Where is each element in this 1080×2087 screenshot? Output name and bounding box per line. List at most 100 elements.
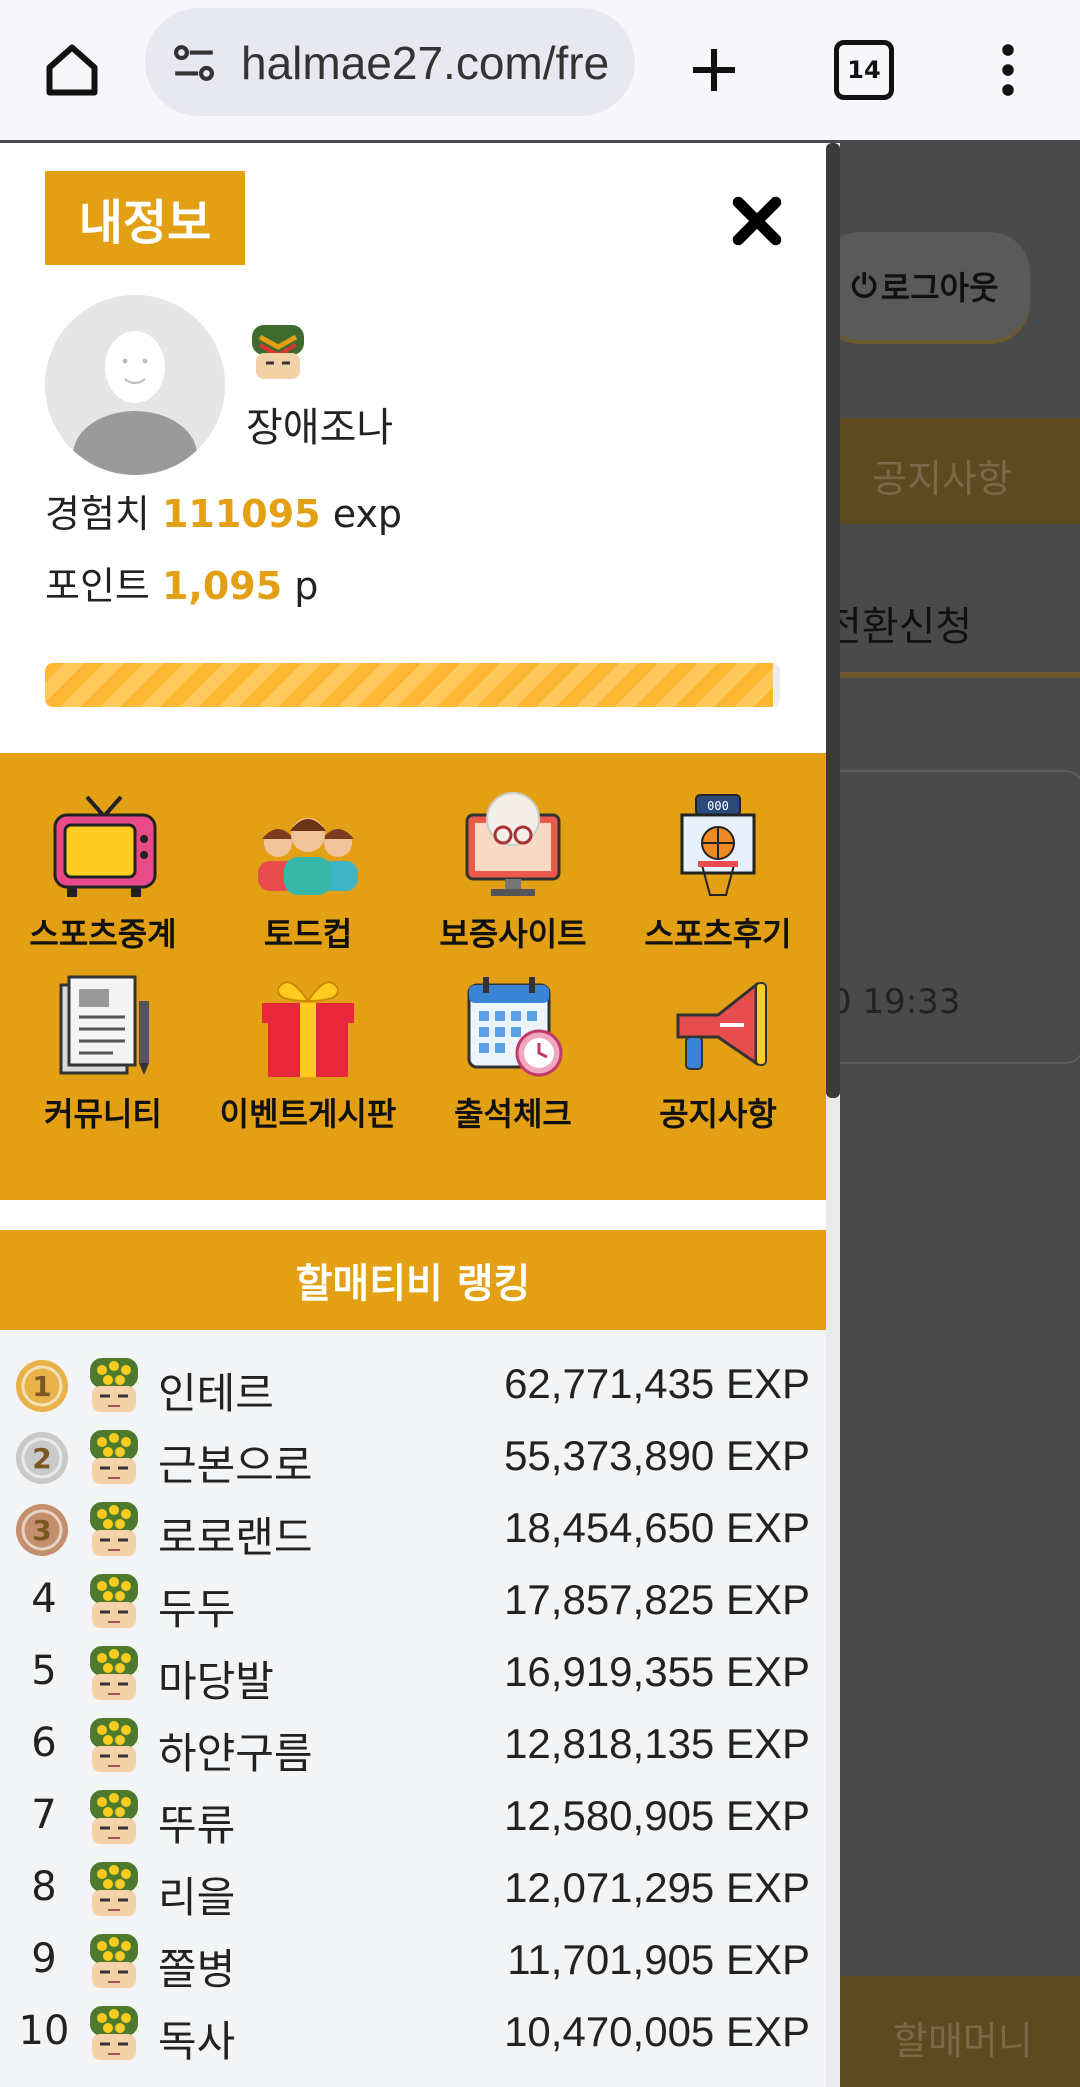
bottom-bar-label: 할매머니 <box>893 2019 1033 2063</box>
menu-sports-review[interactable]: 000 스포츠후기 <box>618 791 818 953</box>
divider <box>830 672 1080 678</box>
exp-progress-bar <box>45 663 780 707</box>
calendar-clock-icon <box>467 977 563 1077</box>
ranking-exp: 12,818,135 EXP <box>504 1720 810 1767</box>
nickname: 장애조나 <box>246 405 394 451</box>
ranking-exp: 12,071,295 EXP <box>504 1864 810 1911</box>
menu-toto-cup[interactable]: 토드컵 <box>208 791 408 953</box>
menu-label: 토드컵 <box>263 915 353 953</box>
ranking-nickname: 하얀구름 <box>158 1729 313 1778</box>
menu-community[interactable]: 커뮤니티 <box>3 971 203 1133</box>
svg-text:1: 1 <box>32 1370 51 1403</box>
power-icon: ⏻ <box>851 266 877 305</box>
gift-icon <box>262 981 354 1077</box>
ranking-nickname: 두두 <box>158 1585 236 1634</box>
avatar <box>45 295 225 475</box>
new-tab-icon <box>693 49 735 91</box>
my-info-drawer: 내정보 장애조나 경험치 111095 exp 포인트 1,095 p 스포츠중… <box>0 143 826 2087</box>
logout-label: 로그아웃 <box>880 269 999 307</box>
level-rank-icon <box>84 1714 144 1776</box>
level-rank-icon <box>84 1642 144 1704</box>
new-tab-button[interactable] <box>666 22 762 118</box>
point-line: 포인트 1,095 p <box>45 555 318 610</box>
ranking-row: 6 하얀구름 12,818,135 EXP <box>0 1708 826 1780</box>
level-rank-icon <box>84 1354 144 1416</box>
home-button[interactable] <box>24 22 120 118</box>
ranking-nickname: 로로랜드 <box>158 1513 313 1562</box>
level-rank-icon <box>84 1426 144 1488</box>
menu-label: 보증사이트 <box>439 915 587 953</box>
point-value: 1,095 <box>161 564 283 608</box>
ranking-exp: 10,470,005 EXP <box>504 2008 810 2055</box>
menu-label: 출석체크 <box>454 1095 572 1133</box>
ranking-exp: 12,580,905 EXP <box>504 1792 810 1839</box>
ranking-row: 7 뚜류 12,580,905 EXP <box>0 1780 826 1852</box>
ranking-nickname: 근본으로 <box>158 1441 313 1490</box>
ranking-title: 할매티비 랭킹 <box>0 1230 826 1330</box>
menu-attendance[interactable]: 출석체크 <box>413 971 613 1133</box>
ranking-nickname: 쫄병 <box>158 1945 236 1994</box>
ranking-exp: 62,771,435 EXP <box>504 1360 810 1407</box>
ranking-row: 5 마당발 16,919,355 EXP <box>0 1636 826 1708</box>
ranking-exp: 18,454,650 EXP <box>504 1504 810 1551</box>
more-menu-icon <box>1002 44 1014 96</box>
address-bar[interactable]: halmae27.com/fre <box>145 8 635 116</box>
menu-event-board[interactable]: 이벤트게시판 <box>208 971 408 1133</box>
home-icon <box>46 44 98 96</box>
svg-text:3: 3 <box>32 1514 51 1547</box>
site-settings-icon <box>174 45 214 81</box>
ranking-exp: 16,919,355 EXP <box>504 1648 810 1695</box>
exp-line: 경험치 111095 exp <box>45 483 402 538</box>
ranking-list: 1 인테르 62,771,435 EXP 2 근본으로 55,373,890 EXP 3 로로… <box>0 1330 826 2087</box>
point-unit: p <box>294 564 319 608</box>
post-timestamp: 0 19:33 <box>830 982 961 1022</box>
ranking-row: 1 인테르 62,771,435 EXP <box>0 1348 826 1420</box>
ranking-nickname: 리을 <box>158 1873 236 1922</box>
quick-menu-grid: 스포츠중계 토드컵 보증사이트 000 스포츠후기 커뮤니티 이벤트게시판 출석… <box>0 753 826 1200</box>
rank-number: 7 <box>31 1792 57 1838</box>
rank-medal-icon: 1 <box>16 1360 68 1412</box>
exp-unit: exp <box>332 492 403 536</box>
level-rank-icon <box>84 1858 144 1920</box>
browser-toolbar: halmae27.com/fre 14 <box>0 0 1080 143</box>
menu-sports-broadcast[interactable]: 스포츠중계 <box>3 791 203 953</box>
level-rank-icon <box>84 1786 144 1848</box>
exp-label: 경험치 <box>45 492 150 536</box>
close-button[interactable] <box>725 189 789 253</box>
rank-medal-icon: 3 <box>16 1504 68 1556</box>
ranking-row: 8 리을 12,071,295 EXP <box>0 1852 826 1924</box>
point-label: 포인트 <box>45 564 150 608</box>
ranking-exp: 11,701,905 EXP <box>507 1936 810 1983</box>
ranking-row: 3 로로랜드 18,454,650 EXP <box>0 1492 826 1564</box>
ranking-exp: 55,373,890 EXP <box>504 1432 810 1479</box>
menu-label: 이벤트게시판 <box>219 1095 397 1133</box>
ranking-exp: 17,857,825 EXP <box>504 1576 810 1623</box>
menu-notice[interactable]: 공지사항 <box>618 971 818 1133</box>
ranking-row: 9 쫄병 11,701,905 EXP <box>0 1924 826 1996</box>
ranking-nickname: 뚜류 <box>158 1801 236 1850</box>
more-menu-button[interactable] <box>960 22 1056 118</box>
document-pencil-icon <box>59 975 149 1075</box>
default-avatar-icon <box>45 295 225 475</box>
basketball-board-icon: 000 <box>680 794 756 896</box>
ranking-row: 2 근본으로 55,373,890 EXP <box>0 1420 826 1492</box>
notice-tab-label: 공지사항 <box>872 457 1012 501</box>
rank-number: 8 <box>31 1864 57 1910</box>
exp-progress-fill <box>45 663 773 707</box>
logout-button: ⏻ 로그아웃 <box>820 232 1030 340</box>
rank-number: 5 <box>31 1648 57 1694</box>
people-icon <box>258 818 358 895</box>
level-rank-icon <box>246 321 310 383</box>
monitor-grandma-icon <box>465 792 561 896</box>
url-text: halmae27.com/fre <box>241 37 610 89</box>
convert-request-label: 전환신청 <box>825 604 973 650</box>
rank-number: 6 <box>31 1720 57 1766</box>
drawer-scrollbar-thumb[interactable] <box>826 143 840 1098</box>
ranking-nickname: 독사 <box>158 2017 236 2066</box>
ranking-nickname: 마당발 <box>158 1657 274 1706</box>
ranking-nickname: 인테르 <box>158 1369 274 1418</box>
menu-label: 스포츠중계 <box>29 915 177 953</box>
menu-verified-sites[interactable]: 보증사이트 <box>413 791 613 953</box>
tab-switcher-button[interactable]: 14 <box>816 22 912 118</box>
ranking-row: 4 두두 17,857,825 EXP <box>0 1564 826 1636</box>
